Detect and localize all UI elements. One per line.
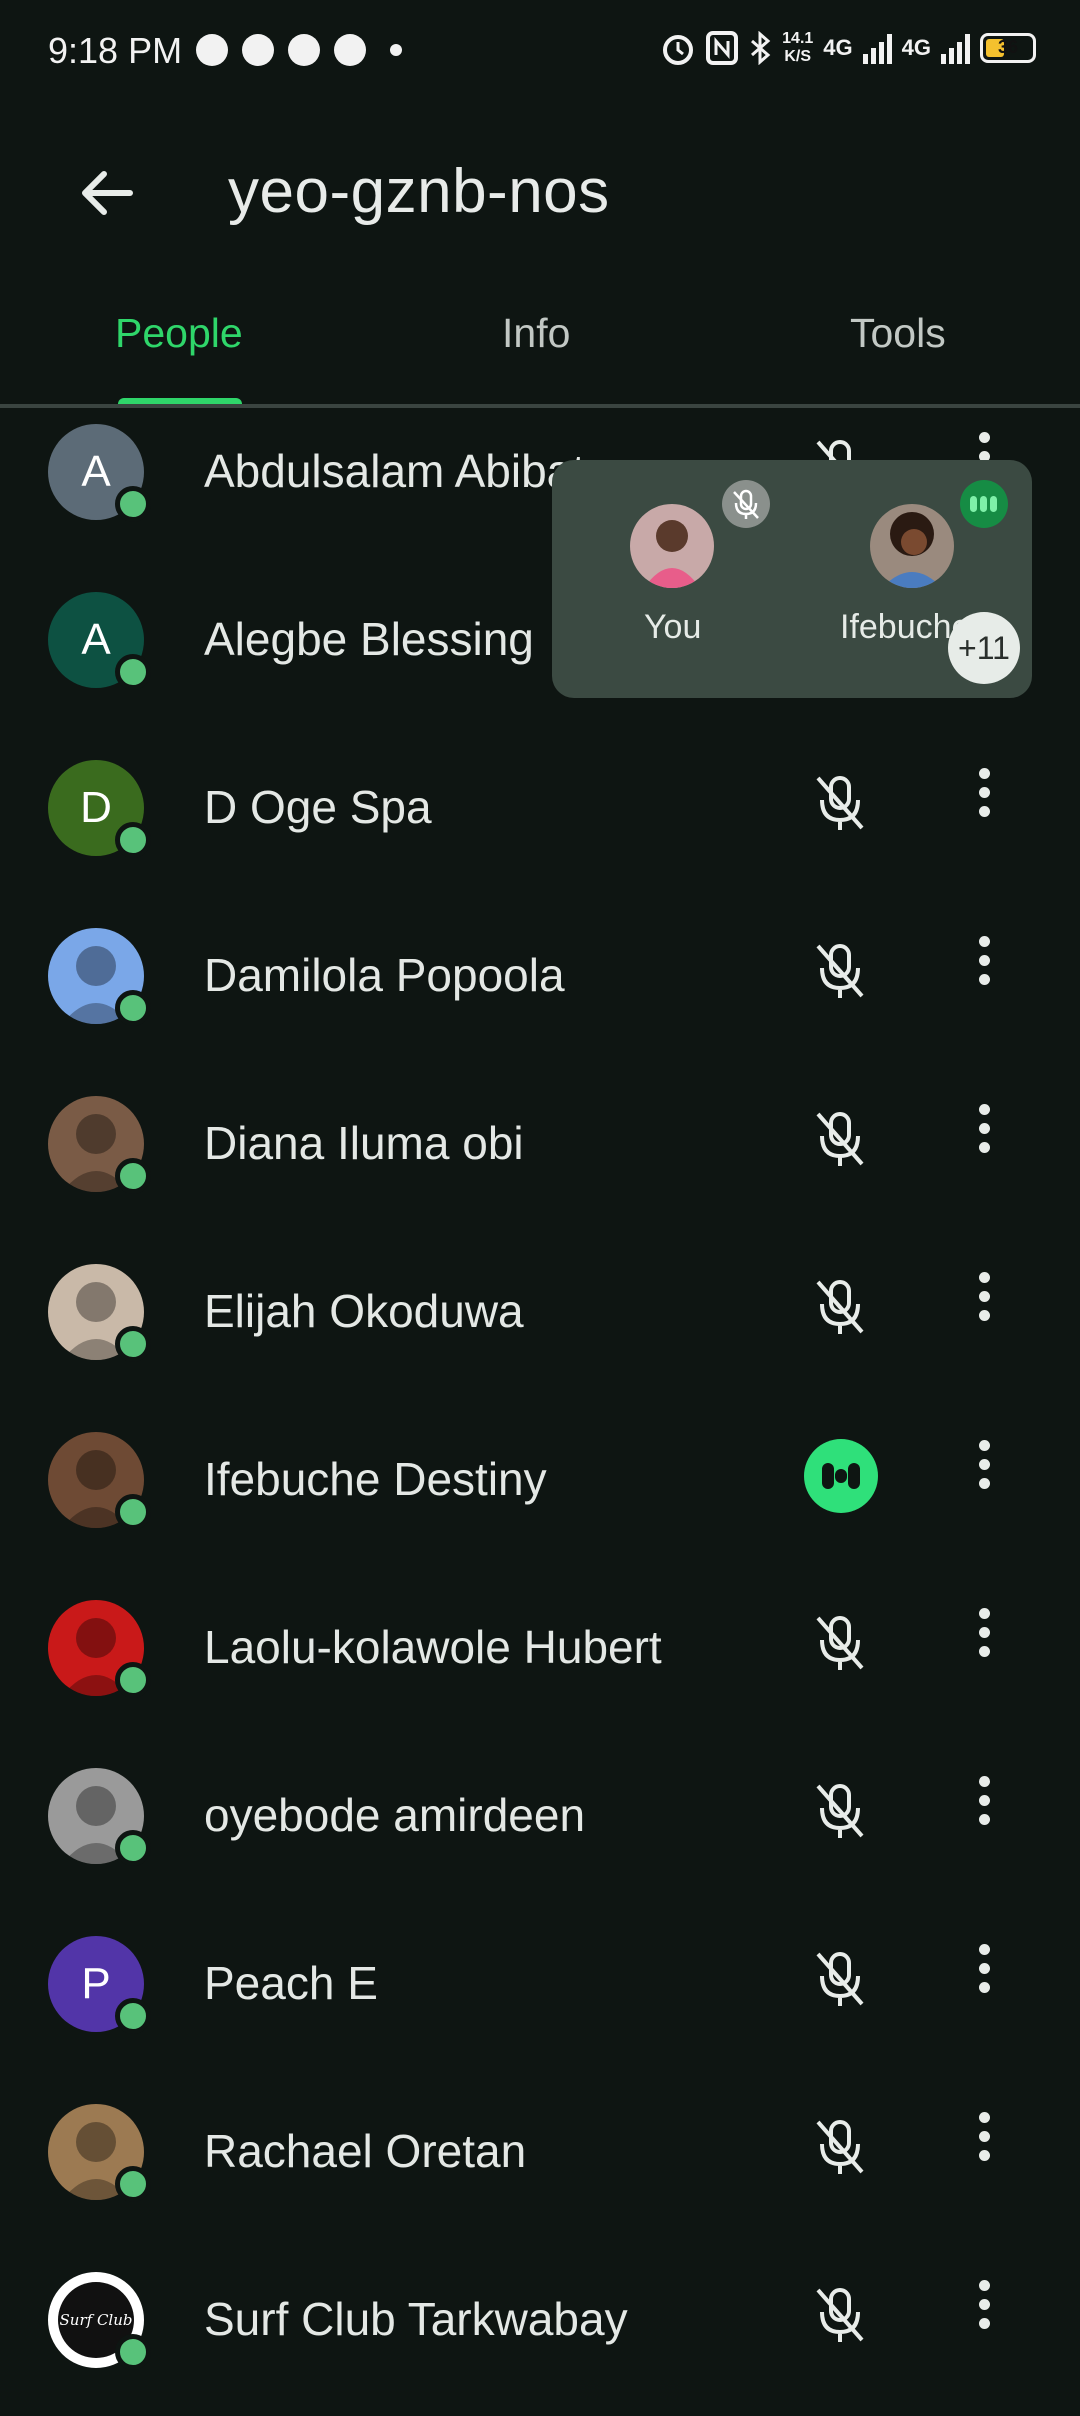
pip-you-muted-icon [722, 480, 770, 528]
avatar-initial: P [81, 1959, 111, 2008]
battery-level: 36 [997, 37, 1019, 57]
more-notifications-icon [390, 44, 402, 56]
participant-row[interactable]: oyebode amirdeen [0, 1744, 1080, 1912]
speed-value: 14.1 [782, 30, 814, 47]
participant-row[interactable]: Elijah Okoduwa [0, 1240, 1080, 1408]
participant-name: Rachael Oretan [204, 2125, 527, 2177]
status-time: 9:18 PM [48, 30, 183, 71]
system-icons: 14.1 K/S 4G 4G 36 [660, 30, 1036, 66]
signal-icon-2 [941, 32, 970, 64]
more-options-icon[interactable] [960, 1600, 1008, 1680]
participant-row[interactable]: Rachael Oretan [0, 2080, 1080, 2248]
more-options-icon[interactable] [960, 1432, 1008, 1512]
pip-avatar-you [630, 504, 714, 588]
mic-muted-icon[interactable] [800, 2276, 880, 2356]
more-options-icon[interactable] [960, 928, 1008, 1008]
battery-icon: 36 [980, 33, 1036, 63]
more-options-icon[interactable] [960, 760, 1008, 840]
participant-name: oyebode amirdeen [204, 1789, 586, 1841]
mic-muted-icon[interactable] [800, 1940, 880, 2020]
participant-name: Alegbe Blessing [204, 613, 534, 665]
pip-overflow-count: +11 [948, 612, 1020, 684]
participant-row[interactable]: Ifebuche Destiny [0, 1408, 1080, 1576]
participant-row[interactable]: P Peach E [0, 1912, 1080, 2080]
presence-dot [115, 990, 151, 1026]
snapchat-icon [242, 34, 274, 66]
presence-dot [115, 1662, 151, 1698]
tab-info[interactable]: Info [502, 310, 570, 357]
speaking-indicator-button[interactable] [804, 1439, 878, 1513]
presence-dot [115, 822, 151, 858]
network-speed: 14.1 K/S [782, 30, 813, 66]
avatar-initial: A [81, 447, 111, 496]
alarm-icon [663, 35, 694, 65]
whatsapp-business-icon [334, 34, 366, 66]
mic-muted-icon[interactable] [800, 1268, 880, 1348]
self-view-pip[interactable]: You Ifebuche +11 [552, 460, 1032, 698]
participant-name: Damilola Popoola [204, 949, 565, 1001]
more-options-icon[interactable] [960, 1096, 1008, 1176]
presence-dot [115, 486, 151, 522]
more-options-icon[interactable] [960, 2104, 1008, 2184]
participant-name: Ifebuche Destiny [204, 1453, 547, 1505]
more-options-icon[interactable] [960, 2272, 1008, 2352]
mic-muted-icon[interactable] [800, 764, 880, 844]
participant-name: D Oge Spa [204, 781, 432, 833]
participant-name: Laolu-kolawole Hubert [204, 1621, 662, 1673]
participant-name: Peach E [204, 1957, 378, 2009]
presence-dot [115, 654, 151, 690]
presence-dot [115, 2334, 151, 2370]
presence-dot [115, 1998, 151, 2034]
status-bar: 9:18 PM 14.1 K/S 4G 4G 36 [0, 0, 1080, 110]
more-options-icon[interactable] [960, 1264, 1008, 1344]
more-options-icon[interactable] [960, 1768, 1008, 1848]
back-button[interactable] [72, 158, 142, 228]
avatar-initial: D [80, 783, 112, 832]
participant-row[interactable]: Damilola Popoola [0, 904, 1080, 1072]
participant-name: Diana Iluma obi [204, 1117, 524, 1169]
tab-bar: People Info Tools [0, 300, 1080, 410]
participant-name: Abdulsalam Abibat [204, 445, 586, 497]
mic-muted-icon[interactable] [800, 1100, 880, 1180]
presence-dot [115, 1830, 151, 1866]
pip-speaking-icon [960, 480, 1008, 528]
presence-dot [115, 2166, 151, 2202]
presence-dot [115, 1326, 151, 1362]
whatsapp-icon [288, 34, 320, 66]
pip-name-you: You [644, 608, 702, 646]
pip-avatar-ifebuche [870, 504, 954, 588]
participant-name: Surf Club Tarkwabay [204, 2293, 628, 2345]
participant-name: Elijah Okoduwa [204, 1285, 524, 1337]
nfc-icon [706, 31, 739, 65]
participant-row[interactable]: D D Oge Spa [0, 736, 1080, 904]
presence-dot [115, 1158, 151, 1194]
arrow-left-icon [82, 171, 133, 215]
bluetooth-icon [751, 31, 771, 65]
network-type-1: 4G [823, 35, 853, 60]
speed-unit: K/S [784, 48, 812, 65]
participant-row[interactable]: Surf Club Surf Club Tarkwabay [0, 2248, 1080, 2416]
meeting-code-title: yeo-gznb-nos [228, 157, 610, 226]
presence-dot [115, 1494, 151, 1530]
tab-tools[interactable]: Tools [850, 310, 946, 357]
notification-icons [196, 34, 402, 66]
mic-muted-icon[interactable] [800, 1772, 880, 1852]
message-icon [196, 34, 228, 66]
avatar-initial: A [81, 615, 111, 664]
signal-icon [862, 32, 892, 64]
participant-row[interactable]: Diana Iluma obi [0, 1072, 1080, 1240]
mic-muted-icon[interactable] [800, 2108, 880, 2188]
more-options-icon[interactable] [960, 1936, 1008, 2016]
mic-muted-icon[interactable] [800, 932, 880, 1012]
network-type-2: 4G [901, 35, 931, 60]
participant-row[interactable]: Laolu-kolawole Hubert [0, 1576, 1080, 1744]
tab-people[interactable]: People [115, 310, 243, 357]
mic-muted-icon[interactable] [800, 1604, 880, 1684]
